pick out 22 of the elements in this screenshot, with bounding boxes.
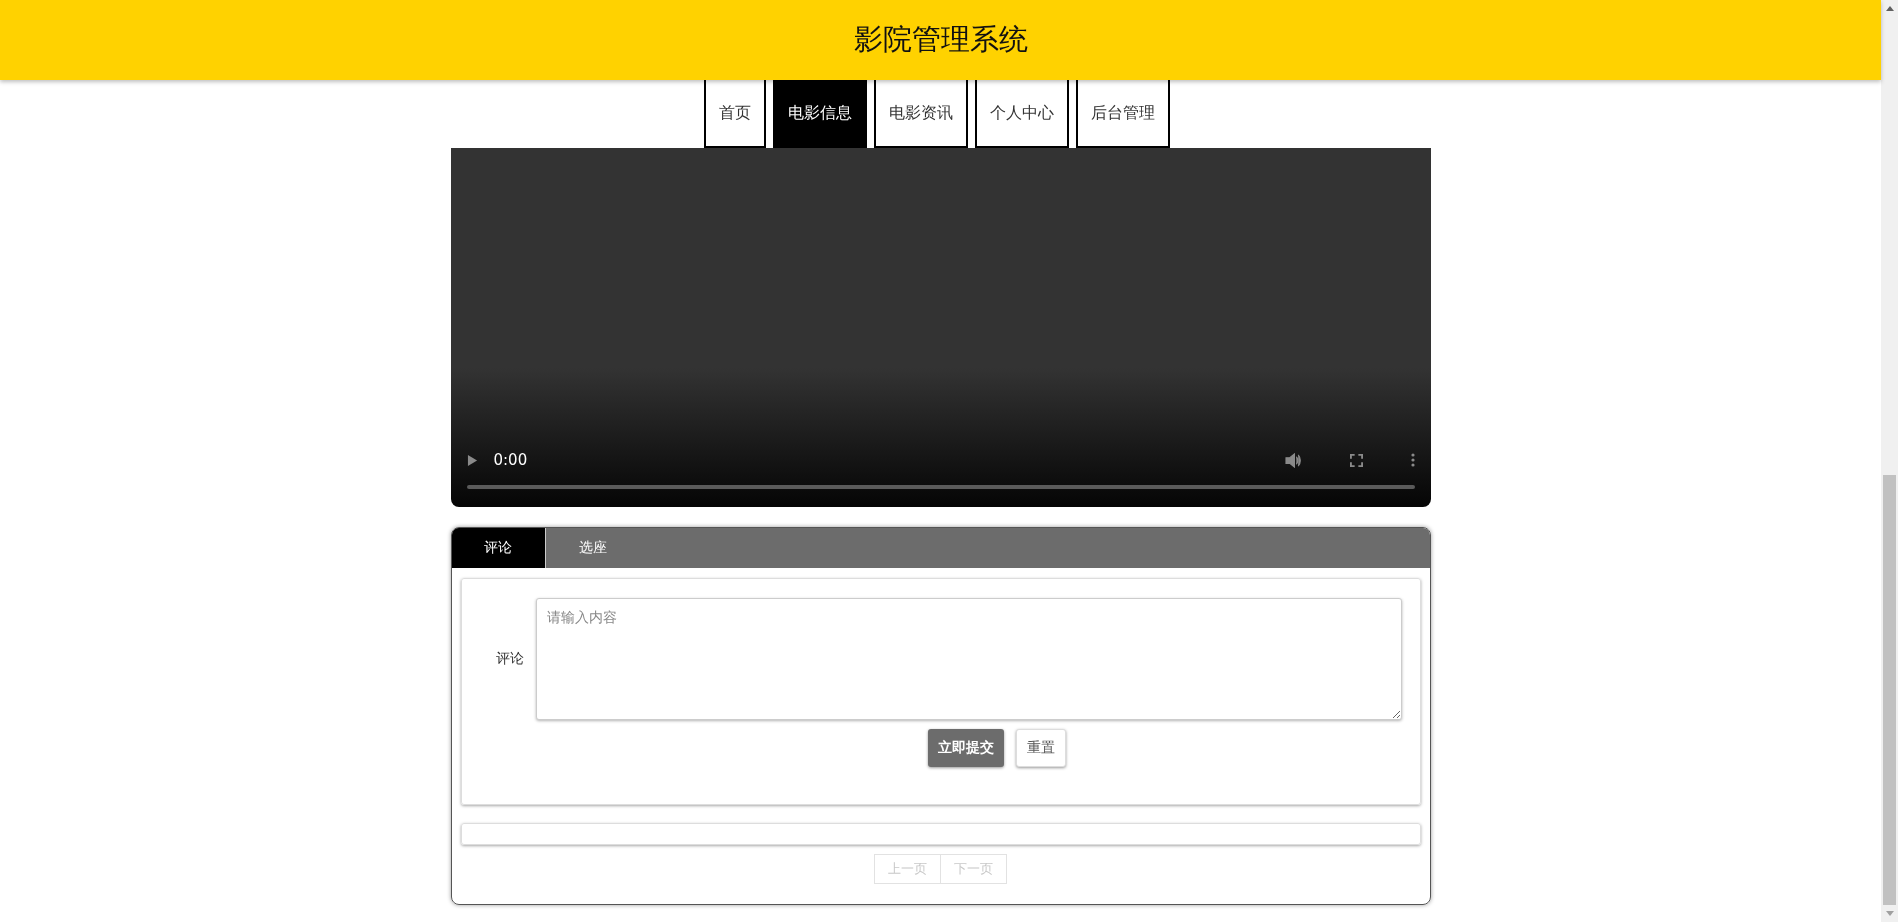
submit-button[interactable]: 立即提交 xyxy=(927,729,1004,767)
site-title: 影院管理系统 xyxy=(853,21,1028,58)
play-icon[interactable] xyxy=(466,453,478,467)
nav-tab[interactable]: 电影资讯 xyxy=(873,80,968,148)
comment-field[interactable]: 请输入内容 xyxy=(535,598,1402,720)
scroll-up-icon[interactable] xyxy=(1885,6,1894,11)
scrollbar-thumb[interactable] xyxy=(1883,475,1896,905)
nav-tab[interactable]: 后台管理 xyxy=(1075,80,1170,148)
fullscreen-icon[interactable] xyxy=(1349,453,1363,467)
more-icon[interactable] xyxy=(1410,453,1415,467)
volume-icon[interactable] xyxy=(1284,452,1302,468)
nav-tab[interactable]: 个人中心 xyxy=(974,80,1069,148)
nav-tab[interactable]: 首页 xyxy=(703,80,766,148)
video-player[interactable]: 0:00 xyxy=(450,148,1431,507)
panel-tab[interactable]: 选座 xyxy=(545,528,640,568)
panel-tab[interactable]: 评论 xyxy=(451,528,546,568)
nav-tab[interactable]: 电影信息 xyxy=(772,80,867,148)
scrollbar[interactable] xyxy=(1881,0,1898,922)
progress-track[interactable] xyxy=(466,485,1415,489)
time-display: 0:00 xyxy=(493,451,528,469)
comment-label: 评论 xyxy=(494,650,525,668)
reset-button[interactable]: 重置 xyxy=(1015,729,1066,767)
